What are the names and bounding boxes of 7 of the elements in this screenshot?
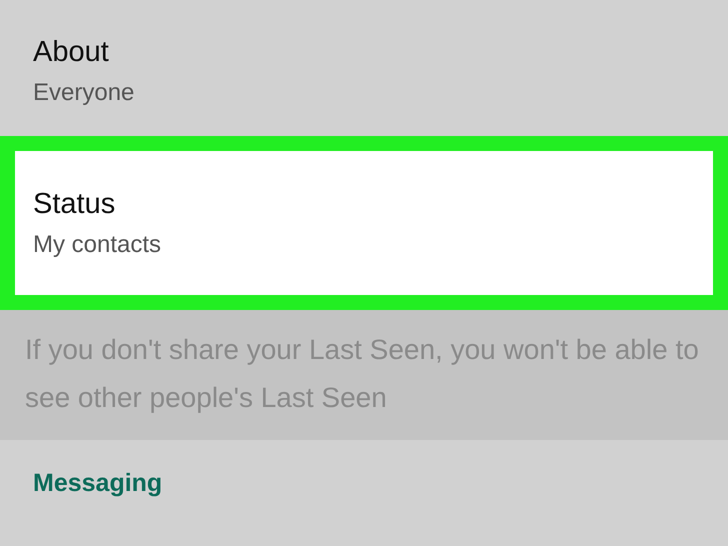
section-header: Messaging — [33, 468, 162, 498]
setting-title: About — [33, 36, 110, 68]
setting-value: Everyone — [33, 78, 136, 106]
setting-value: My contacts — [33, 230, 162, 258]
settings-item[interactable]: Status My contacts — [0, 136, 728, 310]
info-note: If you don't share your Last Seen, you won't be able to see other people's Last Seen — [0, 310, 728, 440]
setting-title: Status — [33, 188, 116, 220]
